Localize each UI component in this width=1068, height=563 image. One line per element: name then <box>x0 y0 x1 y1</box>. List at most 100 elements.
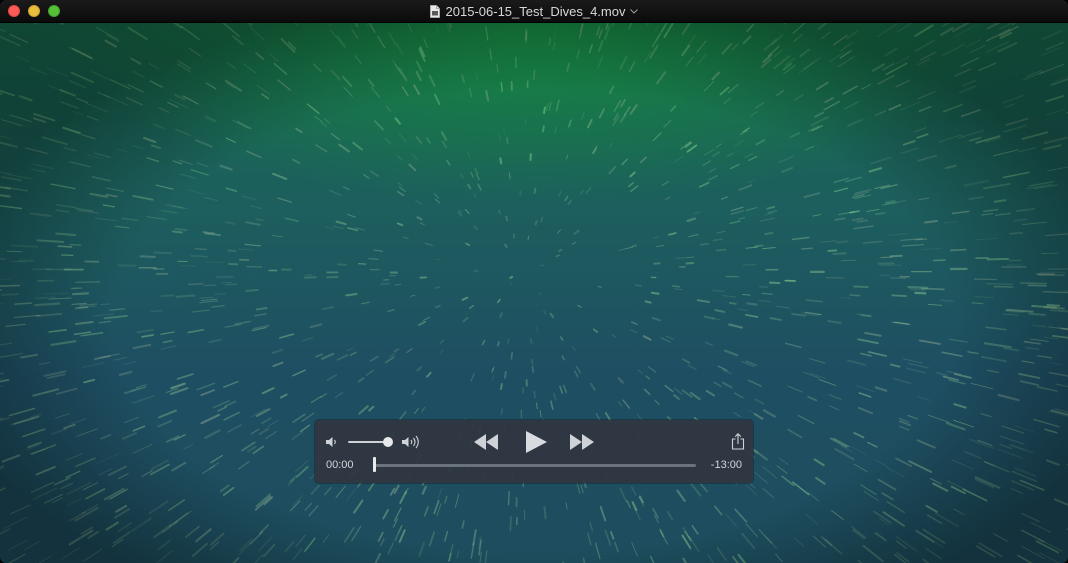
particle-streak <box>224 79 243 92</box>
volume-slider-knob[interactable] <box>382 437 393 447</box>
particle-streak <box>804 145 815 151</box>
share-icon[interactable] <box>731 433 745 450</box>
particle-streak <box>232 557 240 563</box>
particle-streak <box>571 241 577 245</box>
particle-streak <box>18 95 33 102</box>
particle-streak <box>461 296 469 301</box>
particle-streak <box>645 375 651 380</box>
particle-streak <box>849 294 861 297</box>
particle-streak <box>416 366 422 372</box>
particle-streak <box>506 137 509 145</box>
particle-streak <box>83 378 96 384</box>
particle-streak <box>914 24 934 37</box>
particle-streak <box>225 221 236 225</box>
particle-streak <box>10 244 39 248</box>
particle-streak <box>791 236 810 241</box>
particle-streak <box>470 373 475 382</box>
particle-streak <box>986 257 1010 261</box>
rewind-icon[interactable] <box>473 433 499 451</box>
particle-streak <box>918 106 932 113</box>
particle-streak <box>94 355 111 360</box>
particle-streak <box>367 78 375 87</box>
particle-streak <box>969 44 986 54</box>
particle-streak <box>505 215 509 222</box>
particle-streak <box>91 175 111 182</box>
particle-streak <box>1043 291 1068 294</box>
particle-streak <box>499 157 503 165</box>
particle-streak <box>132 425 146 432</box>
particle-streak <box>352 141 363 151</box>
particle-streak <box>8 553 26 563</box>
particle-streak <box>325 226 335 230</box>
particle-streak <box>962 488 988 502</box>
particle-streak <box>384 356 395 364</box>
chevron-down-icon[interactable] <box>630 8 639 14</box>
particle-streak <box>1022 221 1048 225</box>
particle-streak <box>995 212 1011 216</box>
particle-streak <box>242 63 257 74</box>
particle-streak <box>440 131 448 141</box>
particle-streak <box>91 70 111 81</box>
particle-streak <box>631 244 637 248</box>
particle-streak <box>205 82 217 90</box>
particle-streak <box>131 70 146 79</box>
particle-streak <box>821 31 831 40</box>
particle-streak <box>62 126 81 135</box>
particle-streak <box>150 309 163 313</box>
particle-streak <box>500 81 503 92</box>
particle-streak <box>1 454 21 463</box>
particle-streak <box>573 370 579 378</box>
title-bar[interactable]: 2015-06-15_Test_Dives_4.mov <box>0 0 1068 23</box>
particle-streak <box>860 352 872 357</box>
particle-streak <box>877 74 895 85</box>
particle-streak <box>57 245 73 248</box>
particle-streak <box>399 490 407 504</box>
particle-streak <box>762 487 774 499</box>
particle-streak <box>576 49 581 60</box>
particle-streak <box>853 432 865 439</box>
particle-streak <box>670 105 677 112</box>
particle-streak <box>195 528 212 543</box>
particle-streak <box>797 414 815 425</box>
particle-streak <box>328 189 342 196</box>
particle-streak <box>664 384 674 393</box>
particle-streak <box>512 233 515 239</box>
particle-streak <box>654 25 660 34</box>
particle-streak <box>384 137 392 145</box>
particle-streak <box>336 35 346 48</box>
particle-streak <box>778 155 794 164</box>
fast-forward-icon[interactable] <box>569 433 595 451</box>
particle-streak <box>314 115 323 123</box>
particle-streak <box>223 380 239 388</box>
volume-high-icon[interactable] <box>401 434 423 450</box>
particle-streak <box>559 385 564 394</box>
particle-streak <box>409 294 416 297</box>
particle-streak <box>746 302 758 306</box>
particle-streak <box>762 246 776 250</box>
particle-streak <box>702 160 712 166</box>
particle-streak <box>758 299 772 303</box>
particle-streak <box>433 193 439 199</box>
particle-streak <box>117 522 132 532</box>
scrubber-playhead[interactable] <box>373 457 376 472</box>
particle-streak <box>1009 232 1024 235</box>
particle-streak <box>943 221 958 224</box>
particle-streak <box>132 395 155 404</box>
particle-streak <box>643 388 651 396</box>
scrubber-track[interactable] <box>373 464 696 467</box>
particle-streak <box>1021 131 1049 140</box>
particle-streak <box>1062 290 1068 292</box>
volume-low-icon[interactable] <box>325 435 339 449</box>
particle-streak <box>981 355 1007 363</box>
particle-streak <box>573 229 580 235</box>
particle-streak <box>983 342 1012 349</box>
particle-streak <box>862 240 883 244</box>
particle-streak <box>310 395 322 404</box>
particle-streak <box>905 367 926 374</box>
particle-streak <box>35 465 56 476</box>
particle-streak <box>414 199 423 206</box>
particle-streak <box>762 409 776 418</box>
window-title-group[interactable]: 2015-06-15_Test_Dives_4.mov <box>0 0 1068 22</box>
play-icon[interactable] <box>524 430 549 454</box>
particle-streak <box>773 49 783 58</box>
